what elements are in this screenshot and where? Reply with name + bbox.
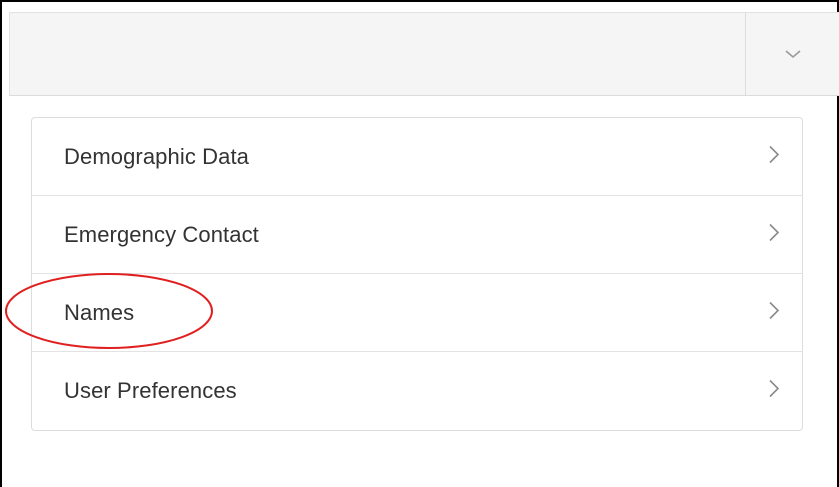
chevron-right-icon <box>768 222 780 247</box>
chevron-right-icon <box>768 144 780 169</box>
panel-header <box>9 12 839 96</box>
menu-item-label: User Preferences <box>64 378 237 403</box>
menu-item-label: Demographic Data <box>64 143 250 169</box>
menu-item-label: Emergency Contact <box>64 221 259 247</box>
chevron-down-icon <box>784 48 802 60</box>
menu-item-user-preferences[interactable]: User Preferences <box>32 352 802 430</box>
collapse-toggle-button[interactable] <box>746 12 839 96</box>
menu-item-names[interactable]: Names <box>32 274 802 352</box>
menu-item-demographic-data[interactable]: Demographic Data <box>32 118 802 196</box>
chevron-right-icon <box>768 379 780 404</box>
menu-list: Demographic Data Emergency Contact Names… <box>31 117 803 431</box>
chevron-right-icon <box>768 300 780 325</box>
menu-item-label: Names <box>64 299 135 325</box>
menu-item-emergency-contact[interactable]: Emergency Contact <box>32 196 802 274</box>
